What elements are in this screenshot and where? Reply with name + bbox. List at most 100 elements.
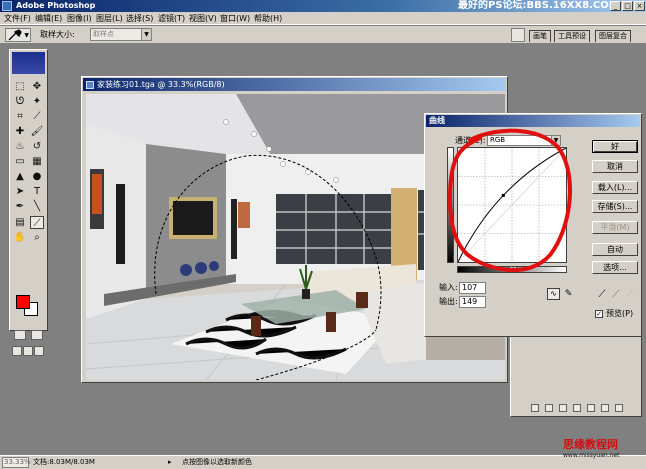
curve-mode-icon[interactable]: ∿ — [547, 288, 560, 300]
app-title: Adobe Photoshop — [16, 1, 96, 10]
eyedropper-tool-icon[interactable]: ⟋ — [30, 216, 44, 229]
path-selection-tool-icon[interactable]: ➤ — [13, 185, 27, 198]
curve-plot — [457, 147, 567, 263]
adjustment-layer-icon[interactable] — [573, 404, 581, 412]
curves-title-bar[interactable]: 曲线 — [426, 115, 640, 127]
curves-dialog: 曲线 通道(C): RGB ▼ ◂▸ 输入: 107 输出: 149 ∿ ✎ 好… — [424, 113, 642, 337]
tab-brushes[interactable]: 画笔 — [529, 30, 551, 42]
status-bar: 33.33% 文档:8.03M/8.03M ▸ 点按图像以选取新颜色 — [0, 455, 646, 469]
document-title-bar[interactable]: 家装练习01.tga @ 33.3%(RGB/8) — [83, 78, 506, 91]
marquee-tool-icon[interactable]: ⬚ — [13, 80, 27, 93]
menu-image[interactable]: 图像(I) — [67, 13, 92, 24]
channel-select[interactable]: RGB ▼ — [487, 135, 561, 146]
maximize-button[interactable]: □ — [622, 1, 633, 11]
save-button[interactable]: 存储(S)... — [592, 200, 638, 213]
zoom-tool-icon[interactable]: ⌕ — [30, 231, 44, 244]
menu-edit[interactable]: 编辑(E) — [35, 13, 62, 24]
new-layer-icon[interactable] — [601, 404, 609, 412]
load-button[interactable]: 载入(L)... — [592, 181, 638, 194]
notes-tool-icon[interactable]: ▤ — [13, 216, 27, 229]
foreground-color-swatch[interactable] — [16, 295, 30, 309]
clone-stamp-tool-icon[interactable]: ♨ — [13, 140, 27, 153]
tab-layer-comps[interactable]: 图层复合 — [595, 30, 631, 42]
eyedropper-icon — [8, 29, 22, 41]
palette-well-icon[interactable] — [511, 28, 525, 42]
type-tool-icon[interactable]: T — [30, 185, 44, 198]
site-watermark-brand: 思缘教程网 — [563, 438, 618, 451]
input-field[interactable]: 107 — [459, 282, 486, 294]
zoom-level-field[interactable]: 33.33% — [2, 457, 31, 468]
dodge-tool-icon[interactable]: ● — [30, 170, 44, 183]
move-tool-icon[interactable]: ✥ — [30, 80, 44, 93]
sample-size-label: 取样大小: — [40, 30, 75, 39]
tab-tool-presets[interactable]: 工具预设 — [554, 30, 590, 42]
screen-mode-standard-icon[interactable] — [12, 346, 22, 356]
menu-window[interactable]: 窗口(W) — [220, 13, 250, 24]
menu-filter[interactable]: 滤镜(T) — [158, 13, 185, 24]
pencil-mode-icon[interactable]: ✎ — [562, 288, 575, 300]
new-group-icon[interactable] — [587, 404, 595, 412]
auto-button[interactable]: 自动 — [592, 243, 638, 256]
cancel-button[interactable]: 取消 — [592, 160, 638, 173]
lasso-tool-icon[interactable]: ᘎ — [13, 95, 27, 108]
shape-tool-icon[interactable]: ╲ — [30, 200, 44, 213]
slice-tool-icon[interactable]: ⟋ — [30, 110, 44, 123]
document-size: 文档:8.03M/8.03M — [33, 458, 95, 466]
gray-point-eyedropper-icon[interactable]: ⟋ — [611, 289, 621, 301]
output-label: 输出: — [439, 297, 458, 306]
gradient-toggle-icon[interactable]: ◂▸ — [509, 266, 517, 273]
document-icon — [86, 81, 94, 89]
minimize-button[interactable]: _ — [610, 1, 621, 11]
standard-mode-icon[interactable] — [14, 330, 26, 340]
eraser-tool-icon[interactable]: ▭ — [13, 155, 27, 168]
curve-graph[interactable] — [457, 147, 567, 263]
palette-footer — [511, 404, 641, 414]
site-watermark-url: www.missyuan.net — [563, 452, 620, 459]
chevron-down-icon: ▼ — [24, 32, 29, 39]
options-button[interactable]: 选项... — [592, 261, 638, 274]
blur-tool-icon[interactable]: ▲ — [13, 170, 27, 183]
quick-mask-mode-icon[interactable] — [31, 330, 43, 340]
close-button[interactable]: × — [634, 1, 645, 11]
checkmark-icon: ✓ — [596, 310, 602, 318]
chevron-down-icon: ▼ — [551, 136, 560, 145]
status-message: 点按图像以选取新颜色 — [182, 458, 252, 466]
magic-wand-tool-icon[interactable]: ✦ — [30, 95, 44, 108]
layer-style-icon[interactable] — [545, 404, 553, 412]
output-field[interactable]: 149 — [459, 296, 486, 308]
photoshop-logo-icon — [2, 1, 12, 11]
menu-help[interactable]: 帮助(H) — [254, 13, 282, 24]
gradient-tool-icon[interactable]: ▦ — [30, 155, 44, 168]
screen-mode-full-menu-icon[interactable] — [23, 346, 33, 356]
preview-checkbox[interactable]: ✓ — [595, 310, 603, 318]
title-bar: Adobe Photoshop 最好的PS论坛:BBS.16XX8.COM _ … — [0, 0, 646, 12]
curve-control-point[interactable] — [501, 193, 505, 197]
trash-icon[interactable] — [615, 404, 623, 412]
hand-tool-icon[interactable]: ✋ — [13, 231, 27, 244]
ok-button[interactable]: 好 — [592, 140, 638, 153]
pen-tool-icon[interactable]: ✒ — [13, 200, 27, 213]
menu-layer[interactable]: 图层(L) — [96, 13, 123, 24]
menu-bar: 文件(F) 编辑(E) 图像(I) 图层(L) 选择(S) 滤镜(T) 视图(V… — [0, 12, 646, 25]
menu-view[interactable]: 视图(V) — [189, 13, 217, 24]
screen-mode-full-icon[interactable] — [34, 346, 44, 356]
adobe-feather-icon[interactable] — [12, 52, 45, 74]
crop-tool-icon[interactable]: ⌗ — [13, 110, 27, 123]
smooth-button[interactable]: 平滑(M) — [592, 221, 638, 234]
healing-brush-tool-icon[interactable]: ✚ — [13, 125, 27, 138]
mask-icon[interactable] — [559, 404, 567, 412]
history-brush-tool-icon[interactable]: ↺ — [30, 140, 44, 153]
menu-select[interactable]: 选择(S) — [126, 13, 153, 24]
menu-file[interactable]: 文件(F) — [4, 13, 31, 24]
document-title: 家装练习01.tga @ 33.3%(RGB/8) — [97, 80, 225, 89]
white-point-eyedropper-icon[interactable]: ⟋ — [625, 289, 635, 301]
brush-tool-icon[interactable]: 🖌 — [30, 125, 44, 138]
tool-preset-picker[interactable]: ▼ — [5, 28, 31, 42]
status-menu-arrow-icon[interactable]: ▸ — [168, 458, 172, 467]
sample-size-value: 取样点 — [93, 30, 114, 38]
black-point-eyedropper-icon[interactable]: ⟋ — [597, 289, 607, 301]
sample-size-select[interactable]: 取样点 ▼ — [90, 28, 152, 41]
link-icon[interactable] — [531, 404, 539, 412]
channel-label: 通道(C): — [455, 136, 486, 145]
output-gradient-bar — [447, 147, 454, 263]
